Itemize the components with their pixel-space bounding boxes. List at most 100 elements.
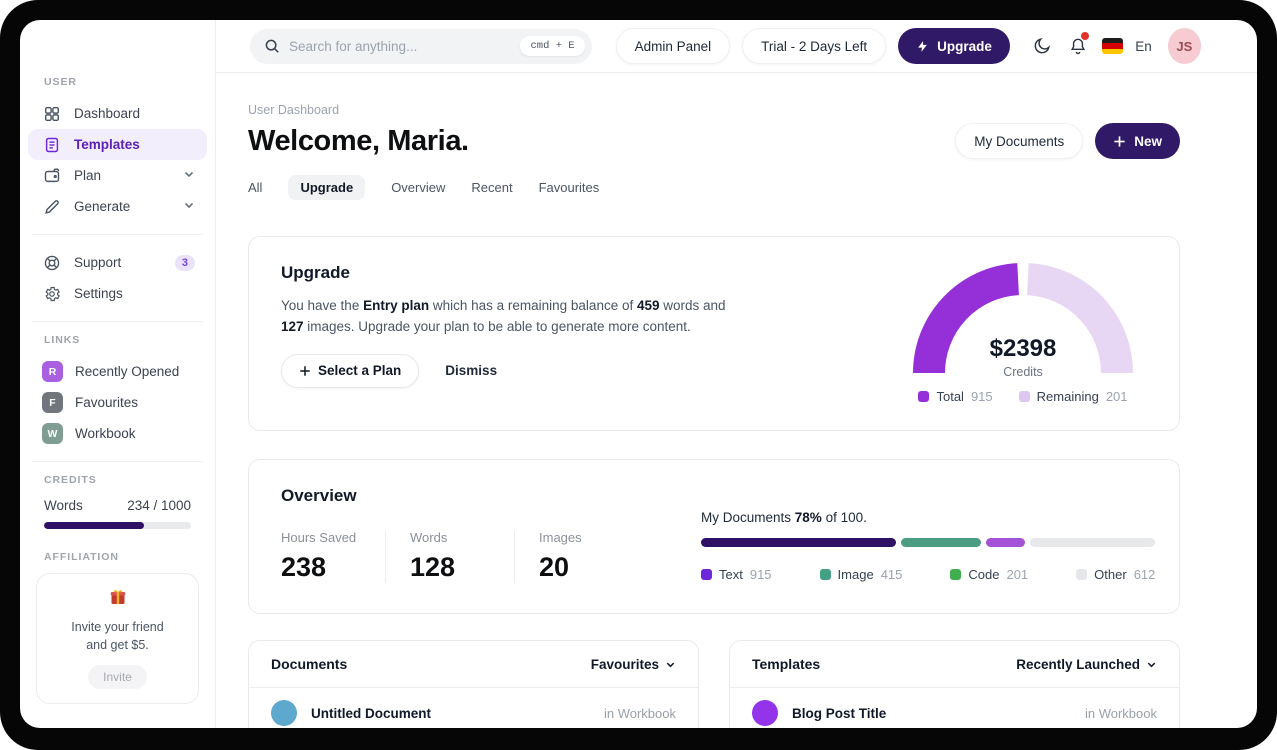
sidebar-item-dashboard[interactable]: Dashboard	[28, 98, 207, 129]
header-actions: My Documents New	[955, 123, 1180, 159]
bar-segment-other	[1029, 538, 1156, 547]
legend-value: 915	[970, 389, 993, 404]
credits-progress-fill	[44, 522, 144, 529]
legend-label: Total	[936, 389, 964, 404]
sidebar-link-favourites[interactable]: F Favourites	[28, 387, 207, 418]
sidebar-divider	[32, 321, 203, 322]
invite-button[interactable]: Invite	[88, 665, 147, 690]
templates-card: Templates Recently Launched Blog Post Ti…	[729, 640, 1180, 728]
link-avatar: W	[42, 423, 63, 444]
trial-status-button[interactable]: Trial - 2 Days Left	[742, 28, 887, 64]
document-name: Untitled Document	[311, 705, 431, 721]
gift-icon	[108, 590, 128, 611]
templates-card-header: Templates Recently Launched	[730, 641, 1179, 688]
document-list-item[interactable]: Untitled Document in Workbook	[249, 688, 698, 728]
sidebar-item-plan[interactable]: Plan	[28, 160, 207, 191]
gauge-legend: Total 915 Remaining 201	[901, 389, 1145, 404]
search-input[interactable]	[289, 38, 512, 54]
tab-favourites[interactable]: Favourites	[539, 180, 600, 195]
dismiss-button[interactable]: Dismiss	[445, 363, 497, 378]
link-label: Recently Opened	[75, 364, 180, 379]
wallet-icon	[42, 166, 61, 185]
upgrade-card-title: Upgrade	[281, 263, 350, 282]
sidebar-link-recently-opened[interactable]: R Recently Opened	[28, 356, 207, 387]
stat-value: 128	[410, 552, 456, 582]
select-plan-button[interactable]: Select a Plan	[281, 353, 420, 388]
legend-swatch	[1018, 391, 1030, 402]
user-avatar[interactable]: JS	[1167, 28, 1201, 64]
language-label[interactable]: En	[1135, 39, 1152, 54]
template-avatar	[752, 700, 778, 726]
sidebar-item-label: Plan	[74, 168, 102, 183]
topbar: cmd + E Admin Panel Trial - 2 Days Left …	[216, 20, 1257, 73]
template-location: in Workbook	[1084, 705, 1157, 721]
chevron-down-icon	[183, 168, 195, 183]
sidebar-item-generate[interactable]: Generate	[28, 191, 207, 222]
documents-progress-label: My Documents 78% of 100.	[701, 510, 867, 525]
overview-card-right: My Documents 78% of 100. Text 915 Image …	[701, 486, 1156, 583]
sidebar-item-label: Templates	[74, 137, 140, 152]
gauge-center: $2398 Credits	[912, 335, 1134, 379]
credits-gauge: $2398 Credits Total 915 Remaining 201	[901, 263, 1145, 404]
dark-mode-icon[interactable]	[1030, 33, 1054, 59]
documents-filter-dropdown[interactable]: Favourites	[591, 657, 676, 672]
my-documents-button[interactable]: My Documents	[955, 123, 1084, 159]
document-icon	[42, 135, 61, 154]
legend-label: Image	[837, 567, 874, 582]
tab-upgrade[interactable]: Upgrade	[288, 175, 366, 200]
legend-swatch	[950, 569, 962, 580]
upgrade-card: Upgrade You have the Entry plan which ha…	[248, 236, 1180, 431]
pencil-icon	[42, 197, 61, 216]
breadcrumb: User Dashboard	[248, 103, 340, 117]
affiliation-card: Invite your friend and get $5. Invite	[36, 573, 199, 705]
sidebar-item-support[interactable]: Support 3	[28, 247, 207, 278]
gauge-value: $2398	[989, 335, 1057, 362]
legend-item-remaining: Remaining 201	[1018, 389, 1128, 404]
legend-swatch	[701, 569, 712, 580]
legend-swatch	[1076, 569, 1088, 580]
device-frame: USER Dashboard Templates Plan Generate S…	[0, 0, 1277, 750]
link-label: Favourites	[75, 395, 139, 410]
german-flag-icon[interactable]	[1101, 38, 1124, 54]
legend-value: 915	[749, 567, 772, 582]
search-box[interactable]: cmd + E	[250, 28, 592, 64]
tab-all[interactable]: All	[248, 180, 262, 195]
sidebar-section-credits: CREDITS	[44, 474, 97, 486]
bottom-cards-row: Documents Favourites Untitled Document i…	[248, 640, 1180, 728]
tab-overview[interactable]: Overview	[391, 180, 445, 195]
sidebar-item-label: Settings	[74, 286, 123, 301]
admin-panel-button[interactable]: Admin Panel	[615, 28, 731, 64]
sidebar-link-workbook[interactable]: W Workbook	[28, 418, 207, 449]
search-shortcut-badge: cmd + E	[520, 36, 585, 56]
upgrade-button[interactable]: Upgrade	[898, 28, 1010, 64]
sidebar-item-settings[interactable]: Settings	[28, 278, 207, 309]
documents-card-header: Documents Favourites	[249, 641, 698, 688]
upgrade-card-left: Upgrade You have the Entry plan which ha…	[281, 263, 751, 404]
stat-label: Hours Saved	[281, 530, 357, 545]
template-list-item[interactable]: Blog Post Title in Workbook	[730, 688, 1179, 728]
stat-words: Words 128	[410, 530, 506, 583]
document-avatar	[271, 700, 297, 726]
tab-recent[interactable]: Recent	[471, 180, 512, 195]
legend-item-code: Code 201	[950, 567, 1028, 582]
link-avatar: F	[42, 392, 63, 413]
overview-stats: Hours Saved 238 Words 128 Images 20	[281, 530, 701, 583]
legend-label: Other	[1094, 567, 1127, 582]
templates-filter-dropdown[interactable]: Recently Launched	[1016, 657, 1157, 672]
stat-divider	[385, 530, 386, 583]
notifications-bell-icon[interactable]	[1066, 32, 1090, 59]
stat-value: 20	[539, 552, 570, 582]
overview-card: Overview Hours Saved 238 Words 128 Image…	[248, 459, 1180, 614]
support-badge: 3	[174, 254, 195, 271]
sidebar-item-templates[interactable]: Templates	[28, 129, 207, 160]
overview-card-title: Overview	[281, 486, 357, 505]
link-label: Workbook	[75, 426, 136, 441]
grid-icon	[42, 104, 61, 123]
legend-value: 201	[1006, 567, 1029, 582]
lightning-icon	[916, 40, 929, 53]
stat-value: 238	[281, 552, 327, 582]
sidebar-section-links: LINKS	[44, 334, 81, 346]
new-button[interactable]: New	[1095, 123, 1180, 159]
legend-item-other: Other 612	[1076, 567, 1155, 582]
page-header-row: Welcome, Maria. My Documents New	[248, 123, 1180, 159]
